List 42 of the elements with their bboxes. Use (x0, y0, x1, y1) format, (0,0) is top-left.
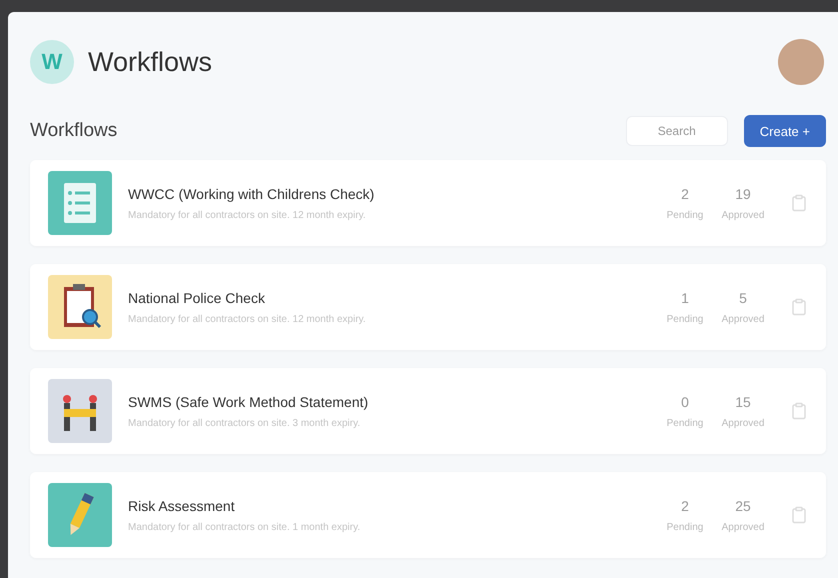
workflow-title: Risk Assessment (128, 498, 236, 514)
pending-count: 2 (681, 498, 689, 514)
workflow-card[interactable]: National Police Check Mandatory for all contractors on site. 12 month expiry. 1 Pending 5 Approved (30, 264, 826, 350)
approved-label: Approved (722, 418, 764, 428)
approved-count: 15 (735, 394, 751, 410)
pending-label: Pending (666, 210, 704, 220)
pending-count: 1 (681, 290, 689, 306)
clipboard-icon[interactable] (790, 506, 808, 524)
app-title: Workflows (88, 46, 212, 78)
workflow-description: Mandatory for all contractors on site. 3 month expiry. (128, 418, 362, 428)
app-logo: W (30, 40, 74, 84)
approved-label: Approved (722, 314, 764, 324)
workflow-card[interactable]: SWMS (Safe Work Method Statement) Mandatory for all contractors on site. 3 month expiry. 0 Pending 15 Approved (30, 368, 826, 454)
clipboard-magnifier-icon (48, 275, 112, 339)
workflow-card[interactable]: WWCC (Working with Childrens Check) Mandatory for all contractors on site. 12 month expiry. 2 Pending 19 Approved (30, 160, 826, 246)
pending-count: 2 (681, 186, 689, 202)
clipboard-icon[interactable] (790, 402, 808, 420)
user-avatar[interactable] (778, 39, 824, 85)
workflow-card[interactable]: Risk Assessment Mandatory for all contractors on site. 1 month expiry. 2 Pending 25 Approved (30, 472, 826, 558)
page-heading: Workflows (30, 120, 118, 142)
approved-label: Approved (722, 210, 764, 220)
approved-count: 25 (735, 498, 751, 514)
pending-label: Pending (666, 418, 704, 428)
barrier-icon (48, 379, 112, 443)
approved-count: 19 (735, 186, 751, 202)
workflow-description: Mandatory for all contractors on site. 1 month expiry. (128, 522, 362, 532)
clipboard-icon[interactable] (790, 194, 808, 212)
approved-label: Approved (722, 522, 764, 532)
workflow-title: WWCC (Working with Childrens Check) (128, 186, 376, 202)
pending-label: Pending (666, 314, 704, 324)
workflow-description: Mandatory for all contractors on site. 12 month expiry. (128, 210, 367, 220)
search-field[interactable]: Search (626, 116, 728, 146)
workflow-title: National Police Check (128, 290, 266, 306)
workflow-title: SWMS (Safe Work Method Statement) (128, 394, 370, 410)
pending-count: 0 (681, 394, 689, 410)
create-button[interactable]: Create + (744, 115, 826, 147)
clipboard-icon[interactable] (790, 298, 808, 316)
workflow-description: Mandatory for all contractors on site. 12 month expiry. (128, 314, 367, 324)
pencil-icon (48, 483, 112, 547)
pending-label: Pending (666, 522, 704, 532)
checklist-icon (48, 171, 112, 235)
approved-count: 5 (739, 290, 747, 306)
